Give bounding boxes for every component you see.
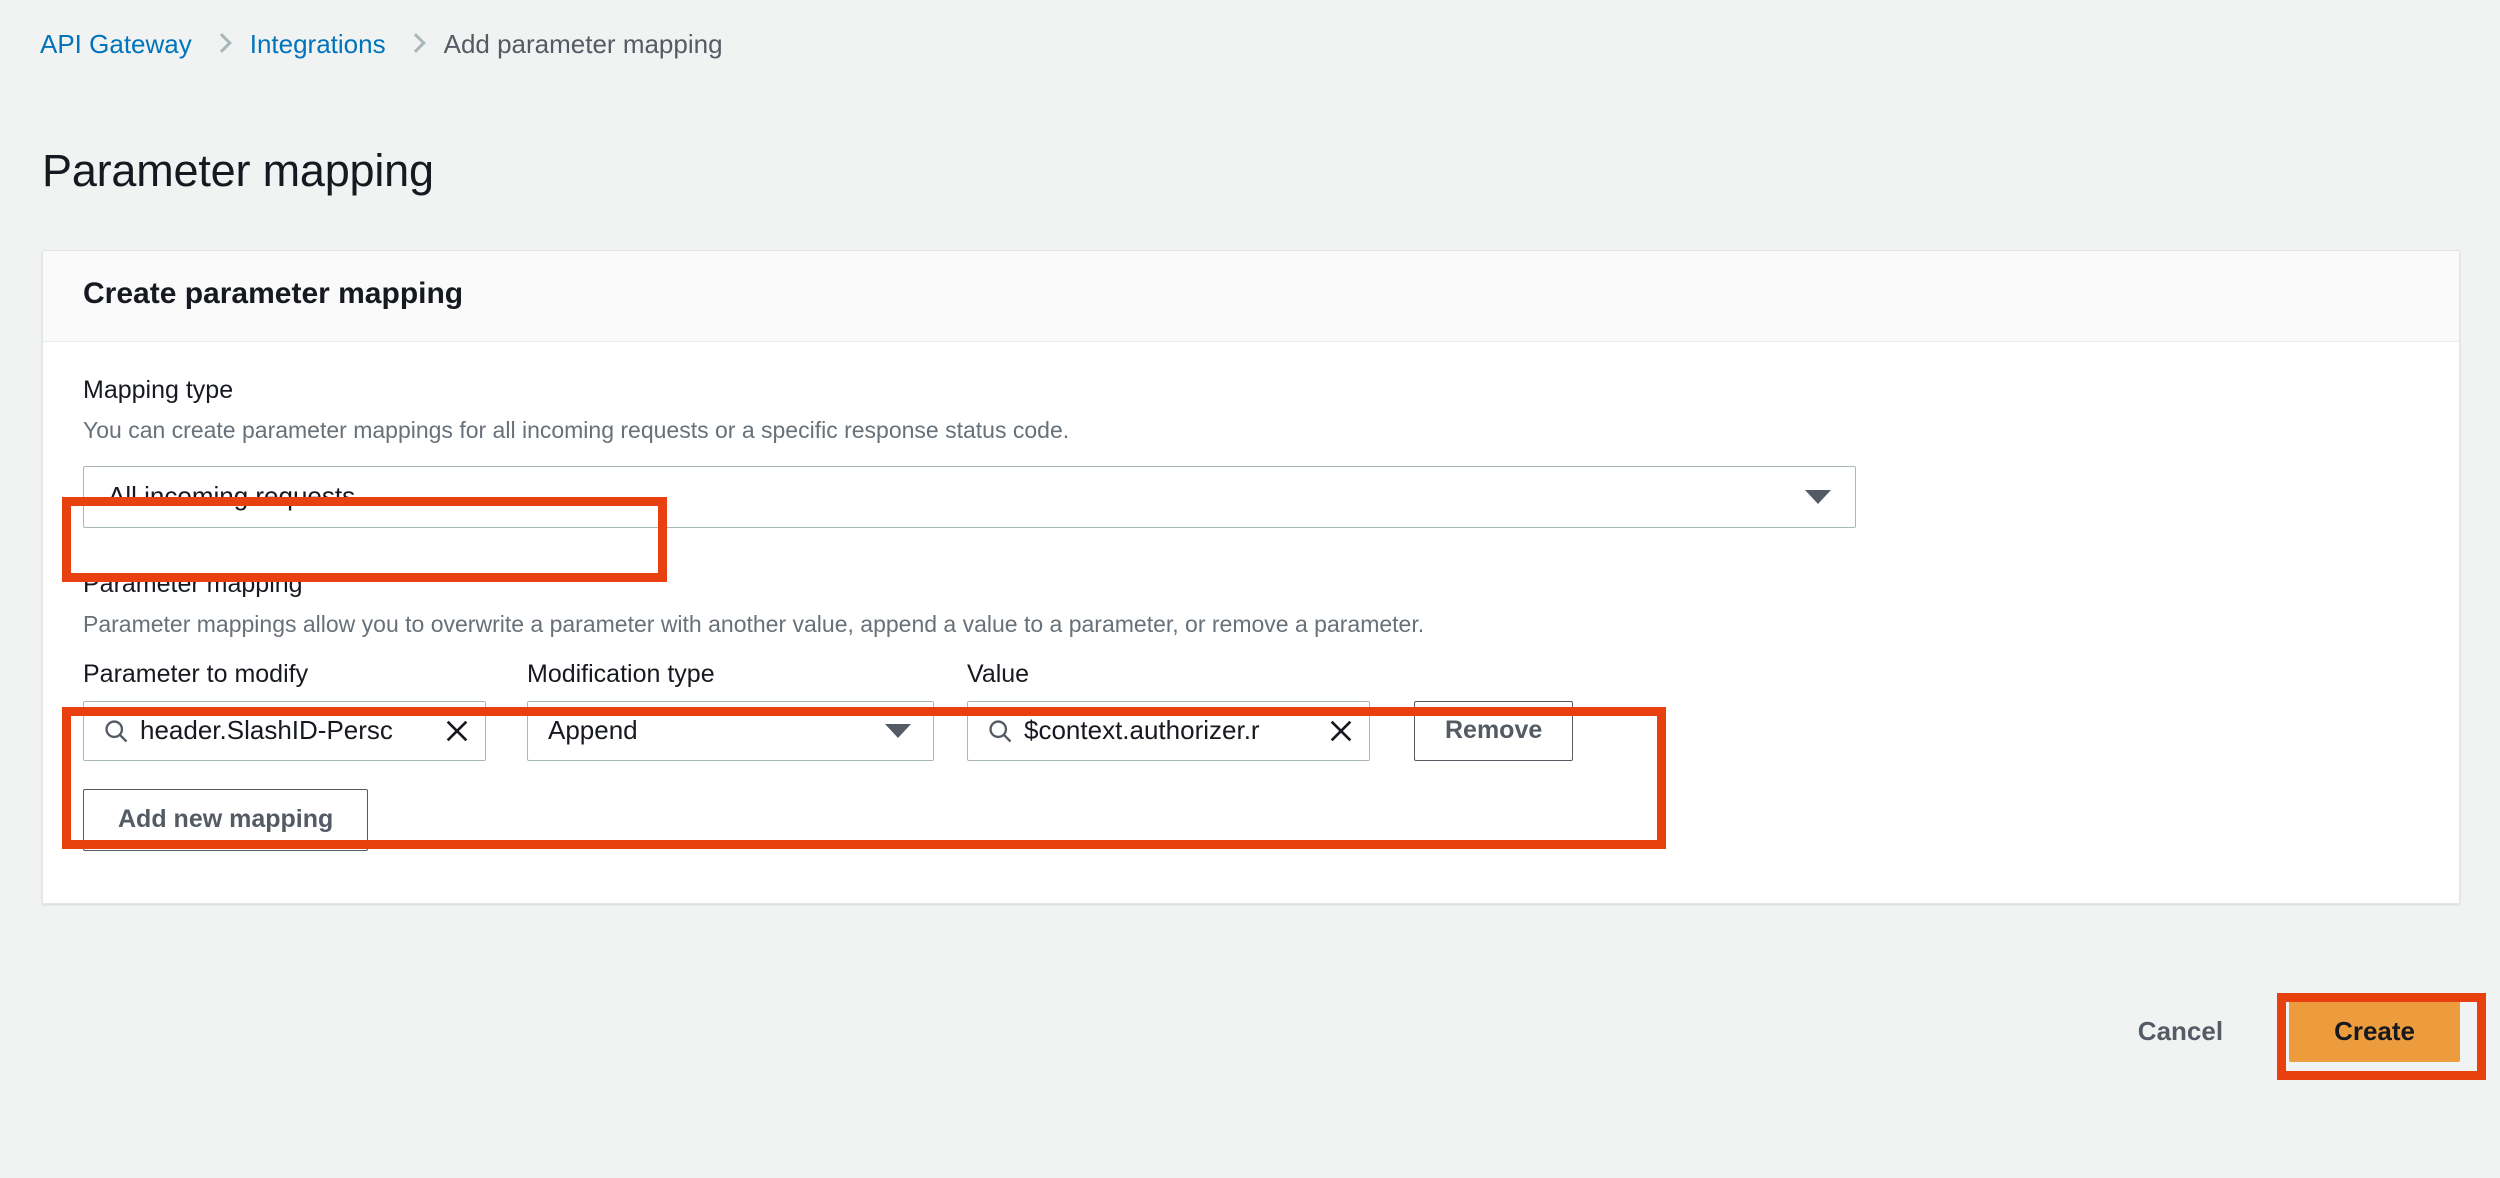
cancel-button[interactable]: Cancel xyxy=(2118,1002,2243,1061)
column-header-value: Value xyxy=(967,660,1414,689)
form-actions: Cancel Create xyxy=(0,1000,2460,1062)
search-icon xyxy=(102,717,130,745)
parameter-mapping-description: Parameter mappings allow you to overwrit… xyxy=(83,610,2419,640)
close-icon[interactable] xyxy=(443,717,471,745)
parameter-to-modify-value: header.SlashID-Persc xyxy=(140,715,433,746)
parameter-to-modify-input[interactable]: header.SlashID-Persc xyxy=(83,701,486,761)
chevron-right-icon xyxy=(214,33,228,55)
page-title: Parameter mapping xyxy=(42,145,434,197)
card-body: Mapping type You can create parameter ma… xyxy=(43,342,2459,903)
breadcrumb-item-api-gateway[interactable]: API Gateway xyxy=(40,29,192,60)
mapping-type-selected-value: All incoming requests xyxy=(108,481,355,512)
column-header-modification: Modification type xyxy=(527,660,967,689)
card-header: Create parameter mapping xyxy=(43,251,2459,342)
mapping-column-headers: Parameter to modify Modification type Va… xyxy=(83,660,2419,689)
modification-type-select[interactable]: Append xyxy=(527,701,934,761)
close-icon[interactable] xyxy=(1327,717,1355,745)
search-icon xyxy=(986,717,1014,745)
breadcrumb: API Gateway Integrations Add parameter m… xyxy=(40,26,723,62)
parameter-mapping-group: Parameter mapping Parameter mappings all… xyxy=(83,570,2419,851)
parameter-mapping-label: Parameter mapping xyxy=(83,570,2419,599)
chevron-down-icon xyxy=(885,724,911,738)
chevron-right-icon xyxy=(408,33,422,55)
add-new-mapping-button[interactable]: Add new mapping xyxy=(83,789,368,851)
mapping-type-select[interactable]: All incoming requests xyxy=(83,466,1856,528)
chevron-down-icon xyxy=(1805,490,1831,504)
breadcrumb-item-current: Add parameter mapping xyxy=(444,29,723,60)
mapping-row: header.SlashID-Persc Append xyxy=(83,701,2419,761)
column-header-parameter: Parameter to modify xyxy=(83,660,527,689)
create-button[interactable]: Create xyxy=(2289,1000,2460,1062)
value-input[interactable]: $context.authorizer.r xyxy=(967,701,1370,761)
remove-mapping-button[interactable]: Remove xyxy=(1414,701,1573,761)
mapping-type-label: Mapping type xyxy=(83,376,2419,405)
create-parameter-mapping-card: Create parameter mapping Mapping type Yo… xyxy=(42,250,2460,904)
value-input-value: $context.authorizer.r xyxy=(1024,715,1317,746)
modification-type-selected-value: Append xyxy=(548,715,638,746)
mapping-type-group: Mapping type You can create parameter ma… xyxy=(83,376,2419,528)
breadcrumb-item-integrations[interactable]: Integrations xyxy=(250,29,386,60)
parameter-mapping-page: API Gateway Integrations Add parameter m… xyxy=(0,0,2500,1178)
card-title: Create parameter mapping xyxy=(83,277,2419,311)
mapping-type-description: You can create parameter mappings for al… xyxy=(83,416,2419,446)
